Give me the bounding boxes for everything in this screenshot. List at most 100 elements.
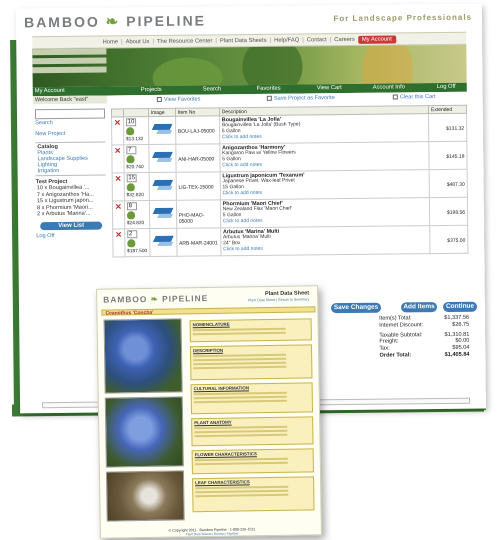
quantity-input[interactable]: 2 bbox=[126, 230, 138, 239]
plant-icon bbox=[126, 183, 135, 192]
description-cell: Anigozanthos 'Harmony' Kangaroo Paw w/ Ye… bbox=[219, 141, 430, 172]
catalog-irrigation-link[interactable]: Irrigation bbox=[36, 168, 106, 175]
nav-help-faq[interactable]: Help/FAQ bbox=[274, 37, 299, 43]
add-notes-link[interactable]: Click to add notes bbox=[223, 188, 427, 196]
data-sheet-icon[interactable] bbox=[152, 205, 174, 219]
section-leaf-characteristics: LEAF CHARACTERISTICS bbox=[192, 476, 315, 513]
description-cell: Ligustrum japonicum 'Texanum' Japanese Pr… bbox=[219, 169, 430, 200]
view-favorites-label: View Favorites bbox=[163, 96, 201, 103]
order-totals: Item(s) Total: $1,337.56 Internet Discoun… bbox=[379, 315, 469, 360]
add-notes-link[interactable]: Click to add notes bbox=[223, 244, 427, 252]
remove-item-icon[interactable]: ✕ bbox=[112, 172, 125, 201]
plant-photo-flowers bbox=[104, 396, 184, 468]
bamboo-leaf-icon: ❧ bbox=[150, 293, 159, 304]
plant-icon bbox=[126, 155, 135, 164]
item-number: LIG-TEX-15000 bbox=[175, 171, 221, 201]
add-notes-link[interactable]: Click to add notes bbox=[223, 216, 427, 224]
save-project-action[interactable]: Save Project as Favorite bbox=[266, 95, 335, 102]
save-changes-button[interactable]: Save Changes bbox=[330, 302, 382, 314]
unit-price: $20.740 bbox=[126, 165, 144, 171]
plant-data-sheet: BAMBOO ❧ PIPELINE Plant Data Sheet Plant… bbox=[96, 285, 322, 539]
clear-cart-action[interactable]: Clear this Cart bbox=[392, 94, 436, 101]
plant-photo-leaves bbox=[105, 470, 185, 522]
extended-price: $198.56 bbox=[429, 197, 468, 226]
data-sheet-icon[interactable] bbox=[151, 149, 173, 163]
checkbox-icon bbox=[156, 96, 162, 102]
catalog-box: Catalog Plants Landscape Supplies Lighti… bbox=[35, 141, 106, 177]
quantity-input[interactable]: 10 bbox=[125, 118, 136, 127]
nav-separator: | bbox=[269, 37, 272, 44]
image-cell bbox=[149, 228, 177, 257]
extended-price: $131.32 bbox=[428, 113, 467, 142]
description-cell: Arbutus 'Marina' Multi Arbutus 'Marina' M… bbox=[220, 225, 430, 256]
sheet-title: Plant Data Sheet bbox=[264, 290, 310, 298]
bamboo-leaf-icon: ❧ bbox=[105, 13, 121, 31]
subnav-favorites[interactable]: Favorites bbox=[257, 86, 281, 92]
logo-word-right: PIPELINE bbox=[126, 12, 207, 30]
section-cultural-information: CULTURAL INFORMATION bbox=[190, 382, 314, 415]
table-row: ✕ 15 $32.820 LIG-TEX-15000 Ligustrum japonic… bbox=[112, 169, 468, 201]
subnav-log-off[interactable]: Log Off bbox=[437, 84, 456, 90]
sheet-subtitle-links[interactable]: Plant Data Sheet | Return to Summary bbox=[248, 297, 309, 302]
plant-photo-shrub bbox=[103, 318, 183, 394]
section-description: DESCRIPTION bbox=[189, 344, 313, 381]
nav-separator: | bbox=[215, 37, 217, 44]
item-number: BOU-LAJ-05000 bbox=[175, 115, 220, 145]
nav-about-us[interactable]: About Us bbox=[126, 39, 150, 45]
unit-price: $32.820 bbox=[126, 193, 144, 199]
cart-table: Image Item No Description Extended ✕ 10 $1… bbox=[111, 105, 469, 258]
unit-price: $24.820 bbox=[126, 221, 145, 227]
add-notes-link[interactable]: Click to add notes bbox=[222, 132, 426, 140]
add-items-button[interactable]: Add Items bbox=[400, 302, 438, 313]
view-list-button[interactable]: View List bbox=[40, 221, 103, 230]
checkbox-icon bbox=[392, 94, 398, 100]
quantity-input[interactable]: 7 bbox=[126, 146, 137, 155]
subnav-account-info[interactable]: Account Info bbox=[373, 84, 405, 90]
data-sheet-icon[interactable] bbox=[152, 233, 174, 247]
remove-item-icon[interactable]: ✕ bbox=[112, 228, 125, 257]
quantity-cell: 2 $187.500 bbox=[124, 228, 150, 257]
unit-price: $187.500 bbox=[127, 249, 148, 255]
subnav-projects[interactable]: Projects bbox=[141, 87, 162, 93]
clear-cart-label: Clear this Cart bbox=[399, 94, 436, 101]
remove-item-icon[interactable]: ✕ bbox=[111, 116, 124, 145]
quantity-input[interactable]: 15 bbox=[126, 174, 137, 183]
project-line: 2 x Arbutus 'Marina'... bbox=[37, 210, 91, 218]
continue-button[interactable]: Continue bbox=[442, 301, 478, 312]
nav-home[interactable]: Home bbox=[103, 39, 119, 45]
new-project-link[interactable]: New Project bbox=[33, 131, 107, 138]
search-link[interactable]: Search bbox=[33, 120, 107, 127]
remove-item-icon[interactable]: ✕ bbox=[112, 200, 125, 229]
welcome-message: Welcome Back "east" bbox=[32, 95, 107, 105]
plant-icon bbox=[127, 239, 136, 248]
description-cell: Phormium 'Maori Chief' New Zealand Flax '… bbox=[220, 197, 430, 228]
extended-price: $487.30 bbox=[429, 169, 468, 198]
quantity-input[interactable]: 8 bbox=[126, 202, 137, 211]
image-cell bbox=[148, 116, 176, 145]
section-flower-characteristics: FLOWER CHARACTERISTICS bbox=[191, 448, 314, 475]
item-number: ANI-HAR-05000 bbox=[175, 143, 220, 173]
nav-contact[interactable]: Contact bbox=[307, 37, 327, 43]
sheet-logo: BAMBOO ❧ PIPELINE bbox=[103, 292, 209, 305]
data-sheet-icon[interactable] bbox=[151, 121, 173, 135]
total-row-order: Order Total: $1,405.84 bbox=[379, 351, 470, 359]
remove-item-icon[interactable]: ✕ bbox=[111, 144, 124, 173]
plant-name: Ceanothus 'Concha' bbox=[105, 309, 154, 317]
description-cell: Bougainvillea 'La Jolla' Bougainvillea 'L… bbox=[219, 113, 429, 144]
nav-plant-data-sheets[interactable]: Plant Data Sheets bbox=[220, 37, 267, 43]
add-notes-link[interactable]: Click to add notes bbox=[222, 160, 426, 168]
image-cell bbox=[148, 172, 177, 201]
view-favorites-action[interactable]: View Favorites bbox=[156, 96, 201, 103]
col-remove bbox=[111, 108, 124, 117]
plant-icon bbox=[126, 211, 135, 220]
data-sheet-icon[interactable] bbox=[151, 177, 173, 191]
search-input[interactable] bbox=[34, 108, 106, 120]
nav-resource-center[interactable]: The Resource Center bbox=[157, 38, 212, 45]
site-logo[interactable]: BAMBOO ❧ PIPELINE bbox=[24, 11, 206, 31]
sidebar-log-off-link[interactable]: Log Off bbox=[34, 232, 108, 239]
nav-careers[interactable]: Careers bbox=[334, 36, 355, 42]
site-tagline: For Landscape Professionals bbox=[333, 12, 473, 24]
subnav-view-cart[interactable]: View Cart bbox=[317, 85, 342, 91]
subnav-search[interactable]: Search bbox=[203, 86, 221, 92]
nav-my-account-button[interactable]: My Account bbox=[357, 34, 396, 44]
